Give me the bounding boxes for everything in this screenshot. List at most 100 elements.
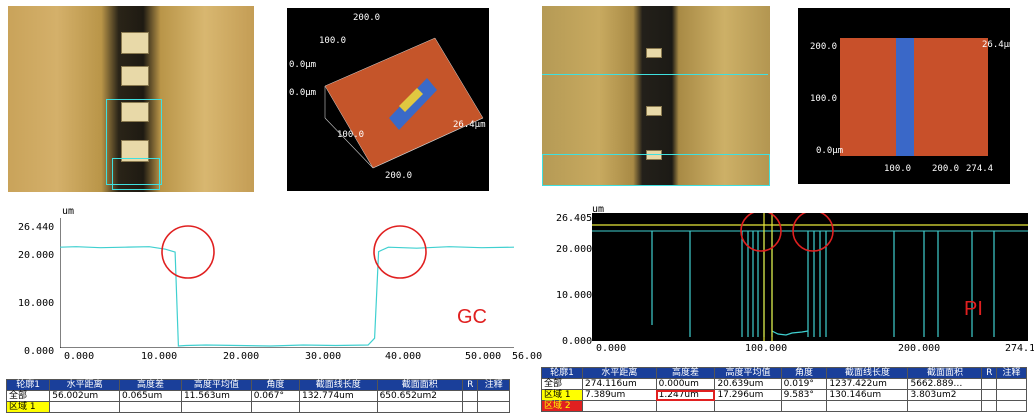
- x-tick: 100.0: [884, 164, 912, 174]
- gc-x-tick: 56.00: [512, 351, 543, 362]
- cell: [477, 390, 510, 402]
- gc-x-tick: 10.000: [141, 351, 178, 362]
- cell: [119, 401, 182, 413]
- gc-trace-line: [60, 246, 514, 347]
- cell: [180, 401, 252, 413]
- pad: [646, 106, 662, 116]
- pi-x-tick: 0.000: [596, 343, 627, 354]
- cell: 56.002um: [49, 390, 120, 402]
- gc-x-tick: 30.000: [305, 351, 342, 362]
- cell: [298, 401, 378, 413]
- gc-y-tick: 20.000: [18, 250, 55, 261]
- axis-label: 200.0: [353, 13, 381, 23]
- cell: 650.652um2: [376, 390, 464, 402]
- col-header: 注释: [996, 367, 1027, 379]
- axis-label: 200.0: [385, 171, 413, 181]
- cell: 全部: [5, 390, 51, 402]
- cell: [996, 389, 1027, 401]
- x-tick: 274.4: [966, 164, 994, 174]
- cell: 7.389um: [582, 389, 657, 401]
- axis-label: 26.4μm: [453, 120, 486, 130]
- cell: [49, 401, 120, 413]
- cell: 9.583°: [780, 389, 828, 401]
- y-tick: 100.0: [810, 94, 838, 104]
- highlight-circle: [161, 225, 215, 279]
- table-row[interactable]: 全部 274.116um 0.000um 20.639um 0.019° 123…: [540, 378, 1027, 390]
- cell: 17.296um: [714, 389, 782, 401]
- cell: [477, 401, 510, 413]
- axis-label: 100.0: [319, 36, 347, 46]
- col-header: 高度平均值: [714, 367, 782, 379]
- axis-label: 0.0μm: [289, 88, 317, 98]
- table-row[interactable]: 区域 1 7.389um 1.247um 17.296um 9.583° 130…: [540, 389, 1027, 401]
- cell: [907, 400, 983, 412]
- pad: [121, 66, 149, 86]
- cell: 0.000um: [655, 378, 716, 390]
- gc-label: GC: [457, 306, 487, 328]
- table-row[interactable]: 区域 2: [540, 400, 1027, 412]
- cell: 132.774um: [298, 390, 378, 402]
- table-row[interactable]: 全部 56.002um 0.065um 11.563um 0.067° 132.…: [5, 390, 510, 402]
- cell: [582, 400, 657, 412]
- col-header: 截面面积: [376, 379, 464, 391]
- microscope-image-pi: [542, 6, 770, 186]
- col-header: 注释: [477, 379, 510, 391]
- cell: [780, 400, 828, 412]
- axis-label: 0.0μm: [289, 60, 317, 70]
- highlight-circle: [373, 225, 427, 279]
- pi-trace-spikes: [651, 231, 995, 337]
- gc-y-tick: 26.440: [18, 222, 55, 233]
- gc-measure-table: 轮廓1 水平距离 高度差 高度平均值 角度 截面线长度 截面面积 R 注释 全部…: [5, 379, 510, 413]
- cell: 区域 2: [540, 400, 584, 412]
- cell: 5662.889…: [907, 378, 983, 390]
- pi-x-tick: 274.1: [1005, 343, 1034, 354]
- col-header: 角度: [780, 367, 828, 379]
- z-label: 26.4μm: [982, 40, 1010, 50]
- gc-profile-chart: [60, 218, 514, 348]
- cell: 0.067°: [250, 390, 300, 402]
- cell: [996, 378, 1027, 390]
- gc-unit: um: [62, 206, 75, 217]
- gc-x-tick: 50.000: [465, 351, 502, 362]
- highlight-circle: [792, 213, 834, 252]
- cell: 20.639um: [714, 378, 782, 390]
- table-row[interactable]: 区域 1: [5, 401, 510, 413]
- scan-line: [542, 74, 768, 75]
- pi-measure-table: 轮廓1 水平距离 高度差 高度平均值 角度 截面线长度 截面面积 R 注释 全部…: [540, 367, 1027, 412]
- cell: 274.116um: [582, 378, 657, 390]
- cell: 0.019°: [780, 378, 828, 390]
- gc-x-tick: 0.000: [64, 351, 95, 362]
- col-header: 截面线长度: [826, 367, 909, 379]
- cell: [826, 400, 909, 412]
- surface-map-pi: 200.0 100.0 0.0μm 100.0 200.0 274.4 26.4…: [798, 8, 1010, 184]
- cell: 3.803um2: [907, 389, 983, 401]
- gc-x-tick: 40.000: [385, 351, 422, 362]
- cell: [462, 401, 479, 413]
- col-header: 截面线长度: [298, 379, 378, 391]
- col-header: R: [462, 379, 479, 391]
- pi-y-tick: 26.405: [556, 213, 593, 224]
- x-tick: 200.0: [932, 164, 960, 174]
- pi-y-tick: 10.000: [556, 290, 593, 301]
- cell: [996, 400, 1027, 412]
- col-header: 水平距离: [49, 379, 120, 391]
- col-header: R: [981, 367, 998, 379]
- gc-x-tick: 20.000: [223, 351, 260, 362]
- cell: 130.146um: [826, 389, 909, 401]
- pi-profile-chart: [592, 213, 1028, 341]
- cell: [462, 390, 479, 402]
- pi-y-tick: 20.000: [556, 244, 593, 255]
- microscope-image-gc: [8, 6, 254, 192]
- surface-3d-gc: 200.0 100.0 0.0μm 0.0μm 100.0 200.0 26.4…: [287, 8, 489, 191]
- col-header: 截面面积: [907, 367, 983, 379]
- cell: [655, 400, 716, 412]
- col-header: 轮廓1: [540, 367, 584, 379]
- pad: [646, 48, 662, 58]
- col-header: 水平距离: [582, 367, 657, 379]
- cell: 区域 1: [5, 401, 51, 413]
- cell: [714, 400, 782, 412]
- cell: 全部: [540, 378, 584, 390]
- pad: [121, 32, 149, 54]
- col-header: 轮廓1: [5, 379, 51, 391]
- cell: 1237.422um: [826, 378, 909, 390]
